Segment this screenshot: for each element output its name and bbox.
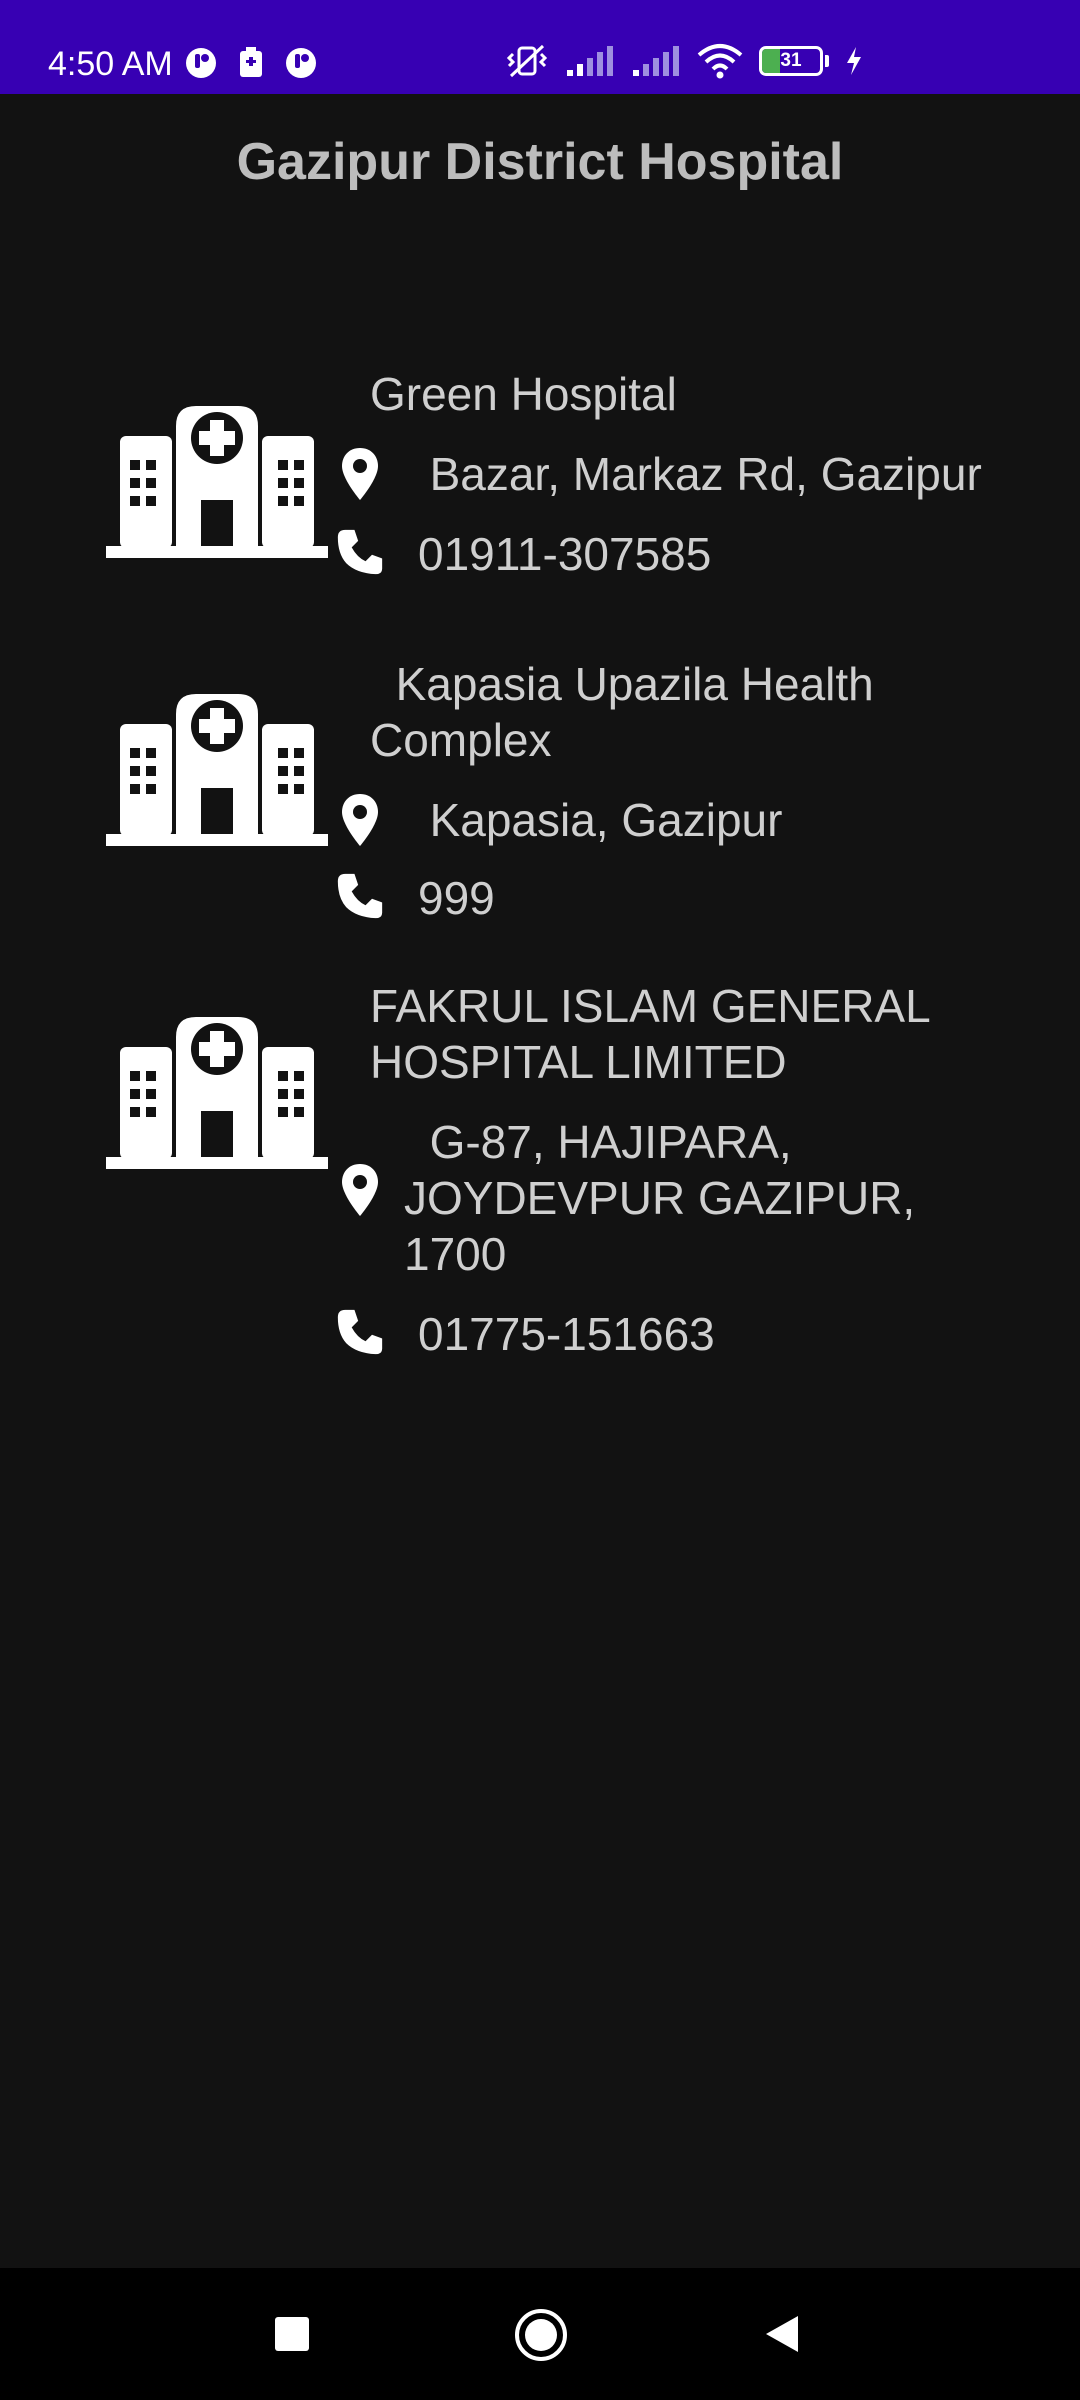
recents-square-icon[interactable]	[274, 2316, 310, 2352]
status-time: 4:50 AM	[48, 45, 173, 83]
vibrate-off-icon	[506, 44, 548, 78]
hospital-name: FAKRUL ISLAM GENERAL HOSPITAL LIMITED	[370, 980, 931, 1088]
hospital-address-row: Bazar, Markaz Rd, Gazipur	[336, 446, 1036, 502]
location-pin-icon	[336, 792, 384, 848]
signal-icon	[633, 46, 679, 76]
charging-icon	[847, 47, 861, 75]
battery-icon: 31	[759, 46, 823, 76]
hospital-address-row: Kapasia, Gazipur	[336, 792, 1036, 848]
hospital-address: G-87, HAJIPARA, JOYDEVPUR GAZIPUR, 1700	[404, 1116, 916, 1280]
back-triangle-icon[interactable]	[764, 2314, 800, 2354]
status-left-icons	[184, 46, 318, 80]
hospital-building-icon	[106, 1017, 328, 1169]
home-circle-icon[interactable]	[514, 2308, 568, 2362]
navigation-bar	[0, 2268, 1080, 2400]
phone-icon[interactable]	[336, 870, 384, 922]
hospital-phone[interactable]: 999	[418, 870, 495, 926]
hospital-phone[interactable]: 01775-151663	[418, 1306, 715, 1362]
hospital-phone-row[interactable]: 01775-151663	[336, 1306, 1036, 1362]
hospital-phone-row[interactable]: 999	[336, 870, 1036, 926]
battery-fill	[762, 49, 780, 73]
notification-app-icon	[286, 48, 316, 78]
hospital-address-row: G-87, HAJIPARA, JOYDEVPUR GAZIPUR, 1700	[336, 1114, 1036, 1282]
location-pin-icon	[336, 446, 384, 502]
battery-tip	[825, 55, 829, 67]
hospital-building-icon	[106, 694, 328, 846]
wifi-icon	[697, 44, 743, 79]
notification-app-icon	[186, 48, 216, 78]
location-pin-icon	[336, 1162, 384, 1218]
hospital-name: Green Hospital	[370, 368, 677, 420]
signal-icon	[567, 46, 613, 76]
sim-card-icon	[240, 47, 262, 77]
hospital-phone[interactable]: 01911-307585	[418, 526, 711, 582]
hospital-address: Bazar, Markaz Rd, Gazipur	[404, 448, 982, 500]
battery-level: 31	[780, 50, 802, 71]
phone-icon[interactable]	[336, 1306, 384, 1358]
hospital-building-icon	[106, 406, 328, 558]
status-right-icons: 31	[505, 42, 863, 80]
hospital-name: Kapasia Upazila Health Complex	[370, 658, 874, 766]
hospital-phone-row[interactable]: 01911-307585	[336, 526, 1036, 582]
hospital-address: Kapasia, Gazipur	[404, 794, 783, 846]
page-title: Gazipur District Hospital	[236, 133, 844, 191]
phone-icon[interactable]	[336, 526, 384, 578]
status-bar: 4:50 AM 31	[0, 0, 1080, 94]
